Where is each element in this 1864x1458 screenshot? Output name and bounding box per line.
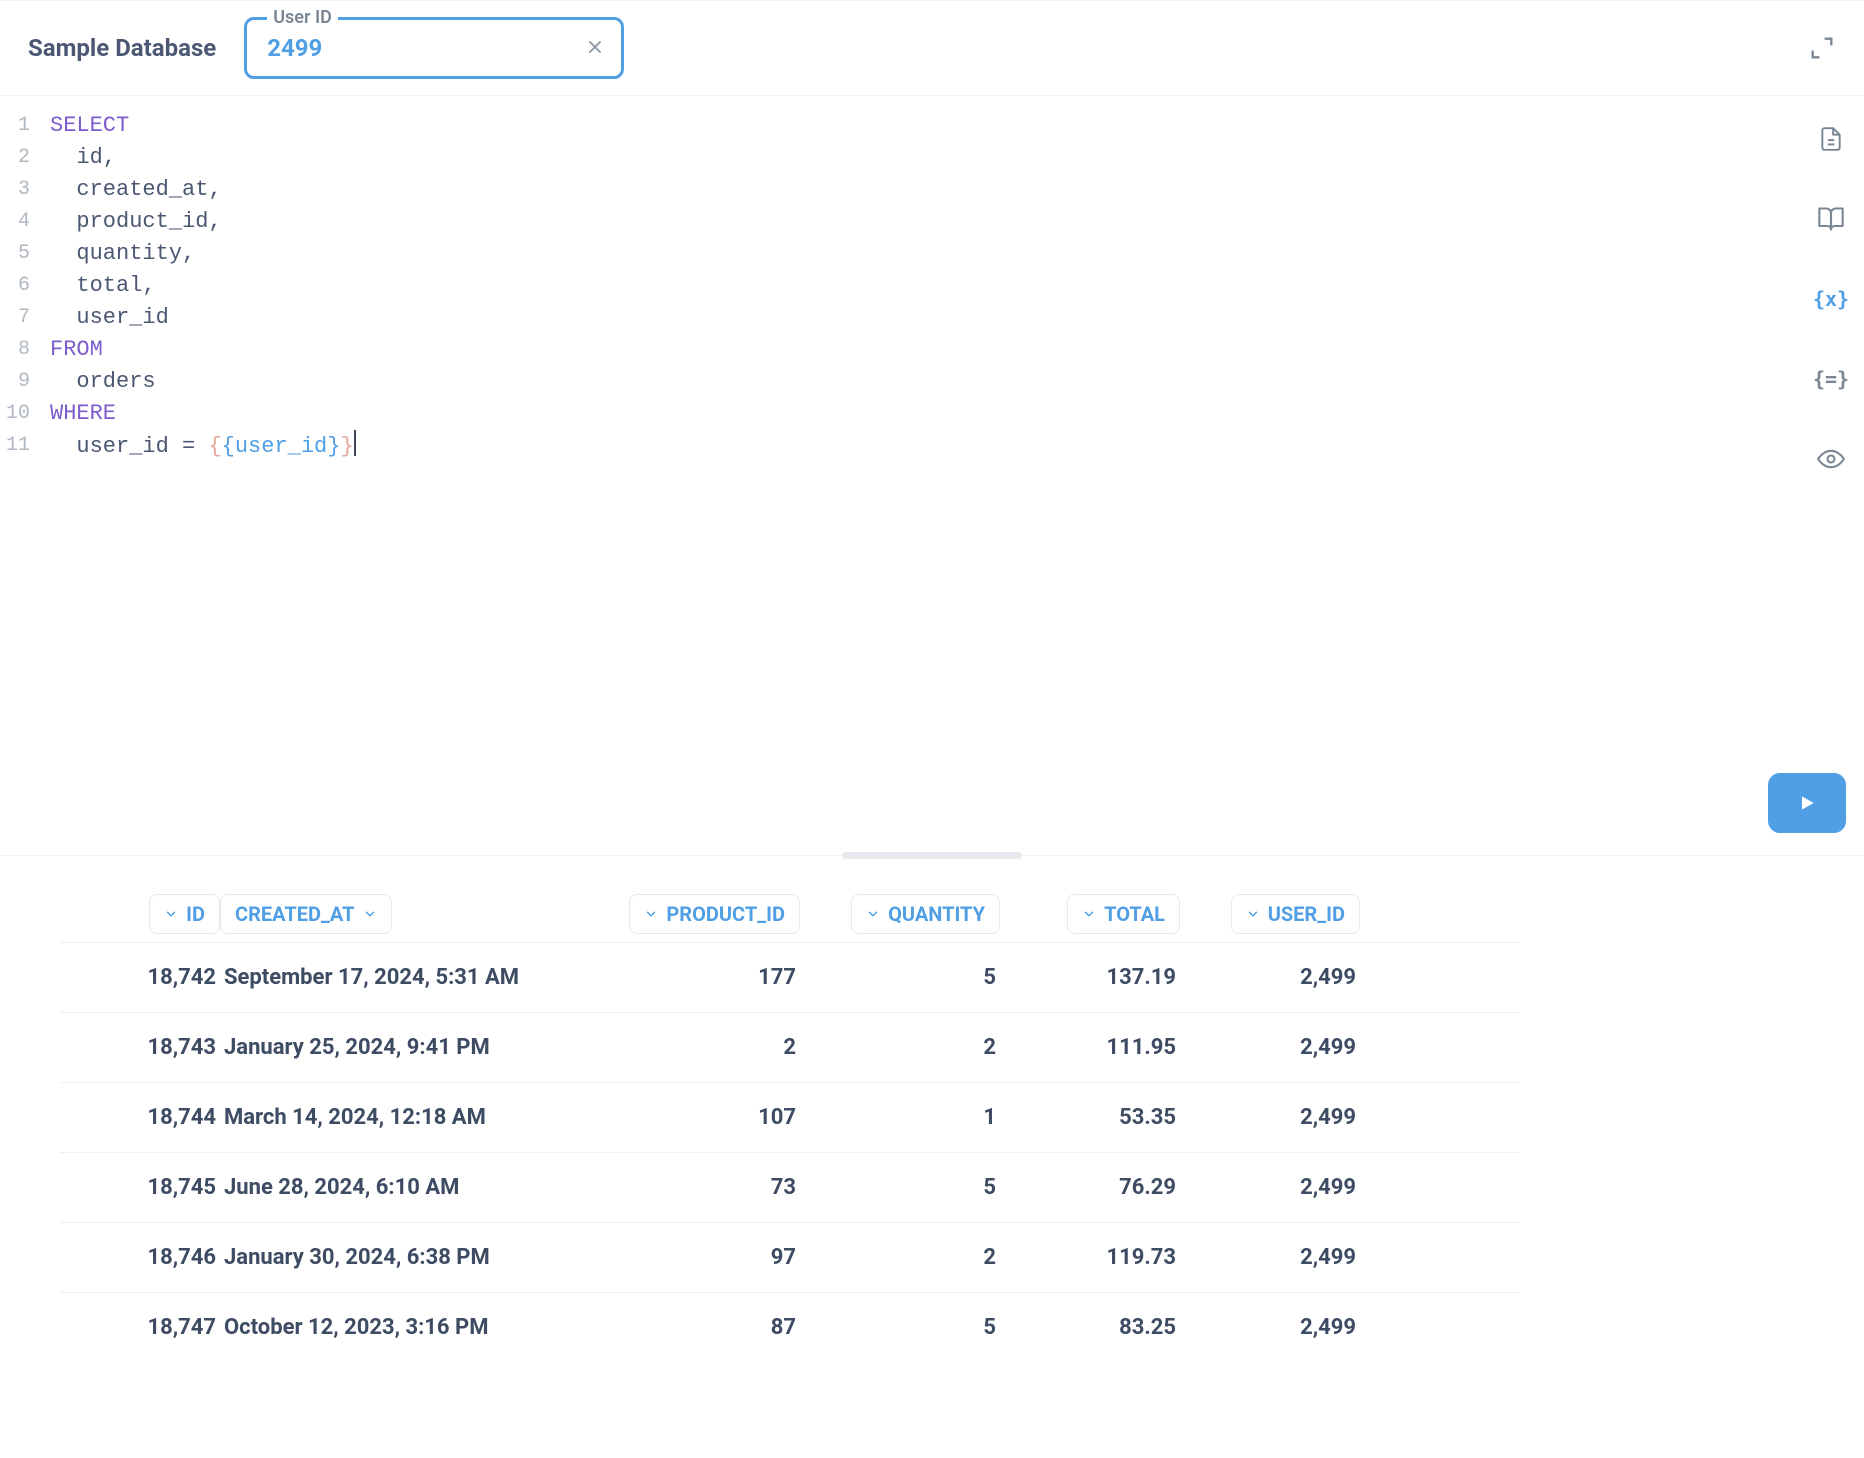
cell-user_id: 2,499 <box>1180 965 1360 990</box>
cell-product_id: 73 <box>600 1175 800 1200</box>
cell-total: 83.25 <box>1000 1315 1180 1340</box>
line-number: 10 <box>0 398 30 430</box>
table-row[interactable]: 18,745June 28, 2024, 6:10 AM73576.292,49… <box>60 1152 1520 1222</box>
header-bar: Sample Database User ID 2499 <box>0 1 1864 96</box>
cell-id: 18,743 <box>60 1035 220 1060</box>
run-query-button[interactable] <box>1768 773 1846 833</box>
variable-input-user-id[interactable]: User ID 2499 <box>244 17 624 79</box>
column-header-total[interactable]: TOTAL <box>1000 894 1180 942</box>
table-row[interactable]: 18,744March 14, 2024, 12:18 AM107153.352… <box>60 1082 1520 1152</box>
cell-product_id: 177 <box>600 965 800 990</box>
table-row[interactable]: 18,746January 30, 2024, 6:38 PM972119.73… <box>60 1222 1520 1292</box>
chevron-down-icon <box>644 902 658 926</box>
cell-user_id: 2,499 <box>1180 1105 1360 1130</box>
cell-product_id: 87 <box>600 1315 800 1340</box>
table-row[interactable]: 18,747October 12, 2023, 3:16 PM87583.252… <box>60 1292 1520 1362</box>
column-header-product_id[interactable]: PRODUCT_ID <box>600 894 800 942</box>
column-header-user_id[interactable]: USER_ID <box>1180 894 1360 942</box>
cell-id: 18,744 <box>60 1105 220 1130</box>
column-label: PRODUCT_ID <box>666 902 785 926</box>
line-number: 6 <box>0 270 30 302</box>
cell-total: 76.29 <box>1000 1175 1180 1200</box>
chevron-down-icon <box>164 902 178 926</box>
cell-quantity: 5 <box>800 1175 1000 1200</box>
line-number: 9 <box>0 366 30 398</box>
cell-total: 111.95 <box>1000 1035 1180 1060</box>
cell-product_id: 2 <box>600 1035 800 1060</box>
cell-total: 119.73 <box>1000 1245 1180 1270</box>
table-header-row: ID CREATED_AT PRODUCT_ID QUANTITY TOTAL USER_… <box>60 894 1520 942</box>
cell-quantity: 5 <box>800 965 1000 990</box>
table-body: 18,742September 17, 2024, 5:31 AM1775137… <box>60 942 1520 1362</box>
variable-value[interactable]: 2499 <box>267 34 565 62</box>
database-name: Sample Database <box>28 34 216 62</box>
variable-label: User ID <box>267 7 338 28</box>
sql-editor[interactable]: 1234567891011 SELECT id, created_at, pro… <box>0 96 1864 856</box>
cell-created_at: September 17, 2024, 5:31 AM <box>220 965 600 990</box>
cell-id: 18,742 <box>60 965 220 990</box>
chevron-down-icon <box>1246 902 1260 926</box>
cell-user_id: 2,499 <box>1180 1245 1360 1270</box>
line-gutter: 1234567891011 <box>0 96 36 855</box>
line-number: 11 <box>0 430 30 462</box>
cell-total: 53.35 <box>1000 1105 1180 1130</box>
column-label: CREATED_AT <box>235 902 355 926</box>
line-number: 5 <box>0 238 30 270</box>
column-label: QUANTITY <box>888 902 985 926</box>
cell-id: 18,747 <box>60 1315 220 1340</box>
column-label: TOTAL <box>1104 902 1165 926</box>
expand-icon[interactable] <box>1808 34 1836 62</box>
cell-id: 18,746 <box>60 1245 220 1270</box>
snippets-icon[interactable] <box>1816 204 1846 234</box>
results-panel: ID CREATED_AT PRODUCT_ID QUANTITY TOTAL USER_… <box>0 866 1864 1362</box>
column-header-quantity[interactable]: QUANTITY <box>800 894 1000 942</box>
editor-side-toolbar: {x} {=} <box>1816 124 1846 474</box>
cell-quantity: 2 <box>800 1035 1000 1060</box>
cell-quantity: 5 <box>800 1315 1000 1340</box>
cell-id: 18,745 <box>60 1175 220 1200</box>
cell-user_id: 2,499 <box>1180 1175 1360 1200</box>
line-number: 2 <box>0 142 30 174</box>
clear-icon[interactable] <box>587 36 603 60</box>
chevron-down-icon <box>1082 902 1096 926</box>
line-number: 3 <box>0 174 30 206</box>
split-handle[interactable] <box>0 856 1864 866</box>
cell-quantity: 1 <box>800 1105 1000 1130</box>
cell-product_id: 107 <box>600 1105 800 1130</box>
preview-icon[interactable] <box>1816 444 1846 474</box>
data-reference-icon[interactable] <box>1816 124 1846 154</box>
cell-created_at: October 12, 2023, 3:16 PM <box>220 1315 600 1340</box>
chevron-down-icon <box>866 902 880 926</box>
table-row[interactable]: 18,743January 25, 2024, 9:41 PM22111.952… <box>60 1012 1520 1082</box>
line-number: 1 <box>0 110 30 142</box>
chevron-down-icon <box>363 902 377 926</box>
cell-total: 137.19 <box>1000 965 1180 990</box>
cell-created_at: March 14, 2024, 12:18 AM <box>220 1105 600 1130</box>
results-table: ID CREATED_AT PRODUCT_ID QUANTITY TOTAL USER_… <box>60 894 1520 1362</box>
cell-product_id: 97 <box>600 1245 800 1270</box>
cell-created_at: June 28, 2024, 6:10 AM <box>220 1175 600 1200</box>
table-row[interactable]: 18,742September 17, 2024, 5:31 AM1775137… <box>60 942 1520 1012</box>
column-header-id[interactable]: ID <box>60 894 220 942</box>
code-area[interactable]: SELECT id, created_at, product_id, quant… <box>36 96 1864 855</box>
text-cursor <box>354 430 356 456</box>
column-label: USER_ID <box>1268 902 1345 926</box>
cell-user_id: 2,499 <box>1180 1035 1360 1060</box>
line-number: 7 <box>0 302 30 334</box>
line-number: 4 <box>0 206 30 238</box>
cell-created_at: January 30, 2024, 6:38 PM <box>220 1245 600 1270</box>
cell-created_at: January 25, 2024, 9:41 PM <box>220 1035 600 1060</box>
format-params-icon[interactable]: {=} <box>1816 364 1846 394</box>
variables-icon[interactable]: {x} <box>1816 284 1846 314</box>
line-number: 8 <box>0 334 30 366</box>
cell-user_id: 2,499 <box>1180 1315 1360 1340</box>
column-label: ID <box>186 902 205 926</box>
cell-quantity: 2 <box>800 1245 1000 1270</box>
column-header-created_at[interactable]: CREATED_AT <box>220 894 600 942</box>
